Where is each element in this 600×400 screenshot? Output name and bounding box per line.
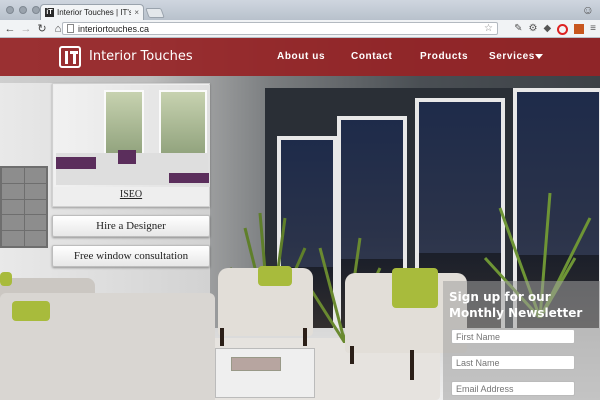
window-controls[interactable] <box>6 6 40 14</box>
opera-icon[interactable] <box>557 23 569 35</box>
wrench-icon[interactable]: ✎ <box>514 23 522 35</box>
last-name-field[interactable] <box>451 355 575 370</box>
tab-close-icon[interactable]: × <box>134 8 139 17</box>
free-consultation-button[interactable]: Free window consultation <box>52 245 210 267</box>
page-icon <box>67 24 74 33</box>
card-caption-link[interactable]: ISEO <box>53 189 209 200</box>
new-tab-button[interactable] <box>145 8 165 18</box>
pillow-image <box>0 272 12 286</box>
gear-icon[interactable]: ⚙ <box>528 23 537 35</box>
feature-card[interactable]: ISEO <box>52 83 210 207</box>
nav-about-us[interactable]: About us <box>277 51 325 62</box>
menu-icon[interactable]: ≡ <box>590 23 596 35</box>
nav-contact[interactable]: Contact <box>351 51 392 62</box>
browser-tab[interactable]: iT Interior Touches | IT's always × <box>40 4 144 20</box>
nav-products[interactable]: Products <box>420 51 468 62</box>
pillow-image <box>258 266 292 286</box>
coffee-table-image <box>215 348 315 398</box>
url-text[interactable]: interiortouches.ca <box>78 24 480 34</box>
back-arrow-icon[interactable]: ← <box>4 23 16 35</box>
tab-title: Interior Touches | IT's always <box>57 8 132 17</box>
close-window-dot[interactable] <box>6 6 14 14</box>
address-bar[interactable]: interiortouches.ca ☆ <box>62 22 498 35</box>
profile-icon[interactable]: ☺ <box>582 3 594 17</box>
hero-mailboxes <box>0 166 48 248</box>
brand-name[interactable]: Interior Touches <box>89 49 193 64</box>
puzzle-icon[interactable]: ◆ <box>543 23 551 35</box>
email-field[interactable] <box>451 381 575 396</box>
website-viewport: Interior Touches About us Contact Produc… <box>0 38 600 400</box>
reload-icon[interactable]: ↻ <box>36 23 48 35</box>
chevron-down-icon[interactable] <box>535 54 543 59</box>
first-name-field[interactable] <box>451 329 575 344</box>
logo-icon[interactable] <box>59 46 81 68</box>
browser-tabstrip: iT Interior Touches | IT's always × ☺ <box>0 0 600 20</box>
zoom-window-dot[interactable] <box>32 6 40 14</box>
hire-designer-button[interactable]: Hire a Designer <box>52 215 210 237</box>
forward-arrow-icon[interactable]: → <box>20 23 32 35</box>
newsletter-heading: Sign up for our Monthly Newsletter <box>449 290 583 320</box>
bookmark-star-icon[interactable]: ☆ <box>484 23 493 34</box>
nav-services[interactable]: Services <box>489 51 535 62</box>
site-favicon: iT <box>45 8 54 17</box>
site-header: Interior Touches About us Contact Produc… <box>0 38 600 76</box>
pillow-image <box>392 268 438 308</box>
toolbar-extensions: ✎ ⚙ ◆ ≡ <box>514 23 596 35</box>
newsletter-panel: Sign up for our Monthly Newsletter <box>443 281 600 400</box>
extension-icon[interactable] <box>574 24 585 34</box>
room-photo <box>54 85 210 187</box>
browser-toolbar: ← → ↻ ⌂ interiortouches.ca ☆ ✎ ⚙ ◆ ≡ <box>0 20 600 38</box>
pillow-image <box>12 301 50 321</box>
minimize-window-dot[interactable] <box>19 6 27 14</box>
